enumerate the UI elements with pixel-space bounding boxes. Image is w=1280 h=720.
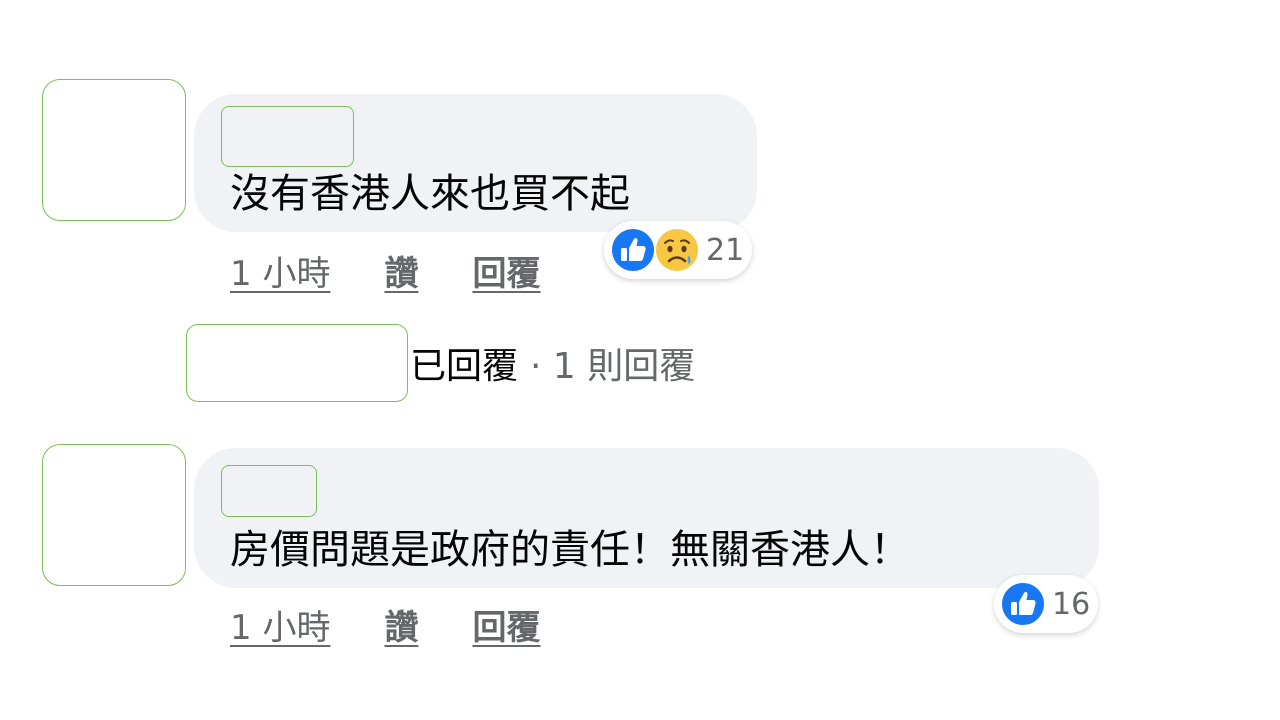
comment-actions: 1 小時 讚 回覆 bbox=[230, 600, 540, 649]
reaction-count: 16 bbox=[1052, 586, 1091, 622]
comment-thread: 沒有香港人來也買不起 21 1 小時 讚 回覆 已回覆 · 1 則回覆 房價問題… bbox=[0, 0, 1280, 720]
comment-bubble: 沒有香港人來也買不起 bbox=[194, 94, 757, 232]
reaction-summary[interactable]: 21 bbox=[604, 221, 753, 279]
sad-icon bbox=[654, 227, 700, 273]
avatar[interactable] bbox=[42, 79, 186, 221]
reply-button[interactable]: 回覆 bbox=[472, 600, 540, 649]
reply-author[interactable] bbox=[186, 324, 408, 402]
comment-bubble: 房價問題是政府的責任！無關香港人！ bbox=[194, 448, 1099, 588]
view-replies[interactable]: 已回覆 · 1 則回覆 bbox=[186, 324, 695, 402]
reply-button[interactable]: 回覆 bbox=[472, 246, 540, 295]
comment-text: 沒有香港人來也買不起 bbox=[230, 171, 630, 217]
like-button[interactable]: 讚 bbox=[384, 246, 418, 295]
avatar[interactable] bbox=[42, 444, 186, 586]
timestamp-link[interactable]: 1 小時 bbox=[230, 600, 330, 649]
like-icon bbox=[1000, 581, 1046, 627]
like-icon bbox=[610, 227, 656, 273]
like-button[interactable]: 讚 bbox=[384, 600, 418, 649]
author-name[interactable] bbox=[221, 106, 354, 167]
comment-text: 房價問題是政府的責任！無關香港人！ bbox=[230, 527, 910, 573]
replied-label[interactable]: 已回覆 bbox=[410, 337, 518, 389]
author-name[interactable] bbox=[221, 465, 317, 517]
reaction-count: 21 bbox=[706, 232, 745, 268]
timestamp-link[interactable]: 1 小時 bbox=[230, 246, 330, 295]
reaction-summary[interactable]: 16 bbox=[994, 575, 1099, 633]
comment-actions: 1 小時 讚 回覆 bbox=[230, 246, 540, 295]
reply-count[interactable]: · 1 則回覆 bbox=[530, 337, 695, 389]
